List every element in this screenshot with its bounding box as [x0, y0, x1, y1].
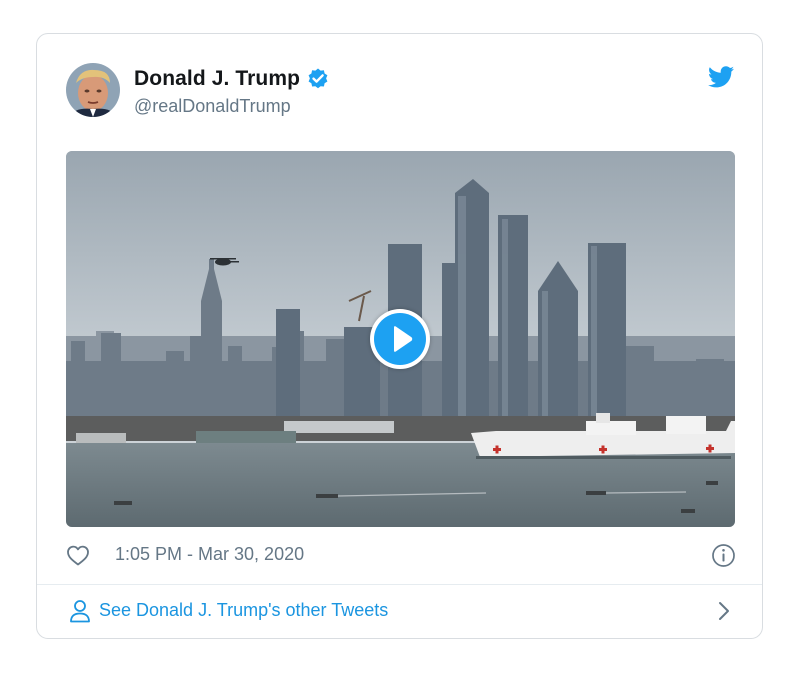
play-icon: [394, 326, 413, 352]
verified-badge-icon: [308, 68, 328, 89]
play-button[interactable]: [370, 309, 430, 369]
twitter-bird-icon[interactable]: [708, 66, 734, 88]
tweet-timestamp[interactable]: 1:05 PM - Mar 30, 2020: [115, 544, 304, 565]
divider: [37, 584, 762, 585]
author-handle[interactable]: @realDonaldTrump: [134, 96, 330, 117]
author-block[interactable]: Donald J. Trump @realDonaldTrump: [134, 66, 330, 117]
see-other-tweets-label[interactable]: See Donald J. Trump's other Tweets: [99, 600, 388, 621]
info-icon[interactable]: [711, 543, 736, 568]
avatar[interactable]: [66, 63, 120, 117]
tweet-meta: 1:05 PM - Mar 30, 2020: [66, 541, 736, 569]
tweet-header: Donald J. Trump @realDonaldTrump: [66, 62, 736, 118]
author-name[interactable]: Donald J. Trump: [134, 67, 300, 91]
person-icon: [70, 600, 90, 623]
chevron-right-icon[interactable]: [718, 601, 730, 621]
tweet-card: Donald J. Trump @realDonaldTrump 1:05 PM…: [36, 33, 763, 639]
heart-icon[interactable]: [66, 544, 90, 566]
see-other-tweets-link[interactable]: See Donald J. Trump's other Tweets: [66, 596, 736, 626]
video-player[interactable]: [66, 151, 735, 527]
